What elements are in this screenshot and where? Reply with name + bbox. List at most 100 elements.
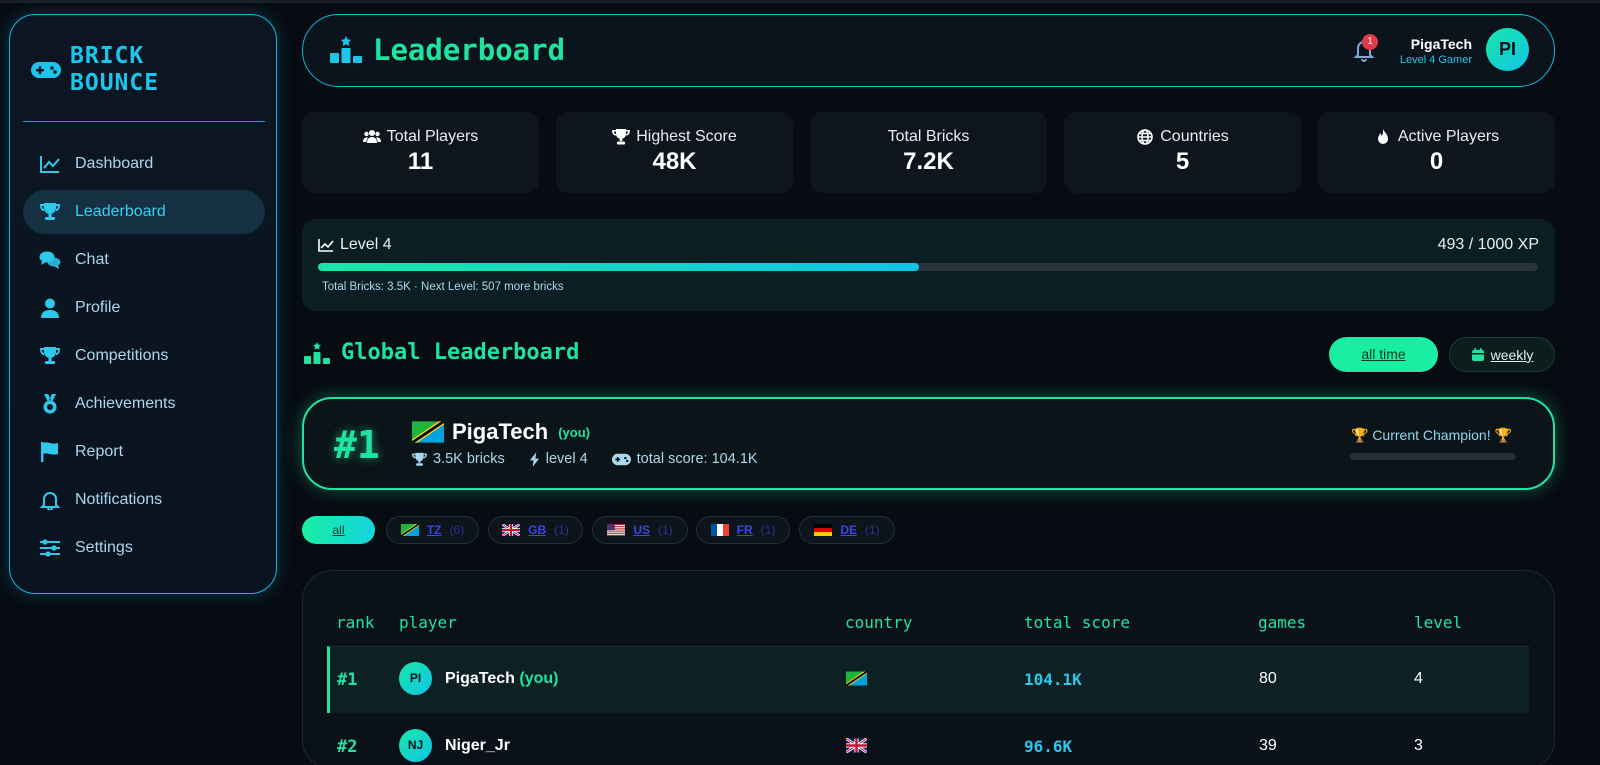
level-progress-panel: Level 4 493 / 1000 XP Total Bricks: 3.5K…: [302, 219, 1555, 311]
sidebar: BRICK BOUNCE Dashboard Leaderboard Chat …: [9, 14, 277, 594]
filter-code: FR: [736, 523, 753, 537]
bell-icon: [39, 492, 61, 510]
row-player[interactable]: PigaTech (you): [445, 670, 559, 688]
sidebar-divider: [23, 121, 265, 122]
stat-card-highest-score: Highest Score 48K: [556, 112, 793, 193]
filter-code: DE: [840, 523, 857, 537]
sidebar-item-label: Settings: [75, 539, 133, 556]
level-progress-bar: [318, 263, 1538, 271]
avatar: PI: [399, 662, 432, 695]
trophy-icon: [612, 129, 631, 145]
tanzania-flag-icon: [400, 524, 419, 536]
filter-count: (1): [554, 523, 569, 537]
stat-value: 5: [1175, 148, 1190, 175]
filter-chip-fr[interactable]: FR (1): [696, 516, 790, 544]
sidebar-item-label: Leaderboard: [75, 203, 166, 220]
france-flag-icon: [710, 524, 729, 536]
stat-value: 11: [407, 148, 434, 175]
weekly-button[interactable]: weekly: [1449, 337, 1555, 372]
stat-value: 48K: [652, 148, 697, 175]
avatar: NJ: [399, 729, 432, 762]
column-header-total-score[interactable]: total score: [1024, 613, 1130, 632]
filter-chip-gb[interactable]: GB (1): [488, 516, 583, 544]
all-time-button[interactable]: all time: [1329, 337, 1438, 372]
sidebar-item-achievements[interactable]: Achievements: [23, 382, 265, 426]
sidebar-item-label: Profile: [75, 299, 121, 316]
column-header-games[interactable]: games: [1258, 613, 1306, 632]
you-tag: (you): [519, 670, 559, 687]
row-level: 3: [1414, 737, 1423, 754]
level-subtitle: Total Bricks: 3.5K · Next Level: 507 mor…: [322, 281, 564, 293]
ranking-podium-icon: [330, 36, 362, 63]
sidebar-nav: Dashboard Leaderboard Chat Profile Compe…: [23, 142, 265, 574]
column-header-player[interactable]: player: [399, 613, 457, 632]
brand-logo[interactable]: BRICK BOUNCE: [30, 43, 159, 97]
uk-flag-icon: [846, 738, 867, 753]
chart-line-icon: [40, 156, 60, 173]
sidebar-item-settings[interactable]: Settings: [23, 526, 265, 570]
window-top-strip: [0, 0, 1600, 3]
filter-code: GB: [528, 523, 547, 537]
gamepad-icon: [611, 453, 631, 465]
notification-badge: 1: [1362, 34, 1378, 50]
fire-icon: [1377, 129, 1388, 144]
filter-chip-tz[interactable]: TZ (6): [386, 516, 479, 544]
calendar-icon: [1471, 347, 1484, 361]
stat-value: 7.2K: [903, 148, 954, 175]
filter-chip-us[interactable]: US (1): [592, 516, 688, 544]
sidebar-item-leaderboard[interactable]: Leaderboard: [23, 190, 265, 234]
stat-value: 0: [1429, 148, 1444, 175]
row-rank: #1: [337, 670, 358, 690]
ranking-podium-icon: [304, 342, 330, 364]
sliders-icon: [40, 539, 60, 557]
level-xp: 493 / 1000 XP: [1437, 236, 1539, 253]
stat-label: Active Players: [1397, 128, 1500, 145]
level-progress-fill: [318, 263, 920, 271]
filter-chip-all[interactable]: all: [302, 516, 375, 544]
champion-name[interactable]: PigaTech: [452, 419, 548, 445]
stat-label: Total Players: [386, 128, 479, 145]
column-header-country[interactable]: country: [845, 613, 912, 632]
column-header-rank[interactable]: rank: [336, 613, 375, 632]
flag-icon: [41, 442, 58, 462]
trophy-icon: [412, 452, 427, 466]
filter-count: (1): [760, 523, 776, 537]
filter-code: all: [332, 523, 345, 537]
tanzania-flag-icon: [846, 671, 867, 686]
champion-rank: #1: [334, 423, 380, 467]
chart-line-icon: [318, 239, 334, 252]
sidebar-item-chat[interactable]: Chat: [23, 238, 265, 282]
sidebar-item-competitions[interactable]: Competitions: [23, 334, 265, 378]
trophy-icon: [40, 203, 60, 220]
user-icon: [41, 298, 59, 318]
stat-card-total-bricks: Total Bricks 7.2K: [810, 112, 1047, 193]
header-user-name[interactable]: PigaTech: [1392, 36, 1472, 52]
champion-you-tag: (you): [558, 424, 590, 440]
tanzania-flag-icon: [412, 421, 444, 443]
sidebar-item-label: Competitions: [75, 347, 169, 364]
trophy-icon: [40, 347, 60, 364]
sidebar-item-report[interactable]: Report: [23, 430, 265, 474]
stat-label: Highest Score: [636, 128, 737, 145]
sidebar-item-notifications[interactable]: Notifications: [23, 478, 265, 522]
globe-icon: [1137, 129, 1154, 145]
filter-count: (1): [865, 523, 880, 537]
sidebar-item-label: Notifications: [75, 491, 163, 508]
sidebar-item-dashboard[interactable]: Dashboard: [23, 142, 265, 186]
filter-code: TZ: [426, 523, 442, 537]
sidebar-item-profile[interactable]: Profile: [23, 286, 265, 330]
sidebar-item-label: Report: [75, 443, 124, 460]
champion-total-score: total score: 104.1K: [611, 451, 758, 467]
avatar[interactable]: PI: [1486, 28, 1529, 71]
stat-card-active-players: Active Players 0: [1318, 112, 1555, 193]
column-header-level[interactable]: level: [1414, 613, 1462, 632]
gamepad-icon: [31, 62, 61, 78]
sidebar-item-label: Dashboard: [75, 155, 154, 172]
filter-chip-de[interactable]: DE (1): [799, 516, 895, 544]
stat-label: Total Bricks: [887, 128, 970, 145]
filter-count: (6): [449, 523, 465, 537]
row-player[interactable]: Niger_Jr: [445, 737, 510, 755]
section-title: Global Leaderboard: [341, 340, 580, 365]
row-score: 104.1K: [1024, 670, 1082, 689]
chat-icon: [39, 251, 61, 269]
